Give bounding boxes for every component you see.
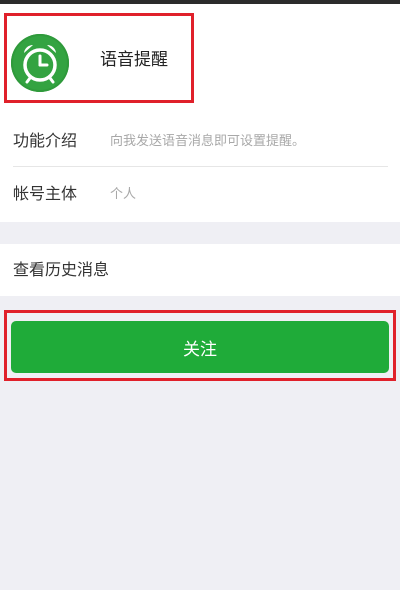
function-intro-label: 功能介绍 xyxy=(13,131,78,150)
account-entity-label: 帐号主体 xyxy=(13,184,78,203)
account-avatar xyxy=(11,34,69,92)
row-divider xyxy=(13,166,388,167)
view-history-button[interactable]: 查看历史消息 xyxy=(0,244,400,296)
view-history-label: 查看历史消息 xyxy=(13,260,110,279)
function-intro-value: 向我发送语音消息即可设置提醒。 xyxy=(110,134,306,149)
account-entity-value: 个人 xyxy=(110,187,137,202)
follow-button[interactable]: 关注 xyxy=(11,321,389,373)
alarm-clock-icon xyxy=(11,34,69,92)
account-entity-row: 帐号主体 个人 xyxy=(0,168,400,222)
account-header: 语音提醒 xyxy=(0,4,400,114)
function-intro-row: 功能介绍 向我发送语音消息即可设置提醒。 xyxy=(0,114,400,168)
account-name: 语音提醒 xyxy=(100,50,168,70)
account-info-section: 功能介绍 向我发送语音消息即可设置提醒。 帐号主体 个人 xyxy=(0,114,400,222)
